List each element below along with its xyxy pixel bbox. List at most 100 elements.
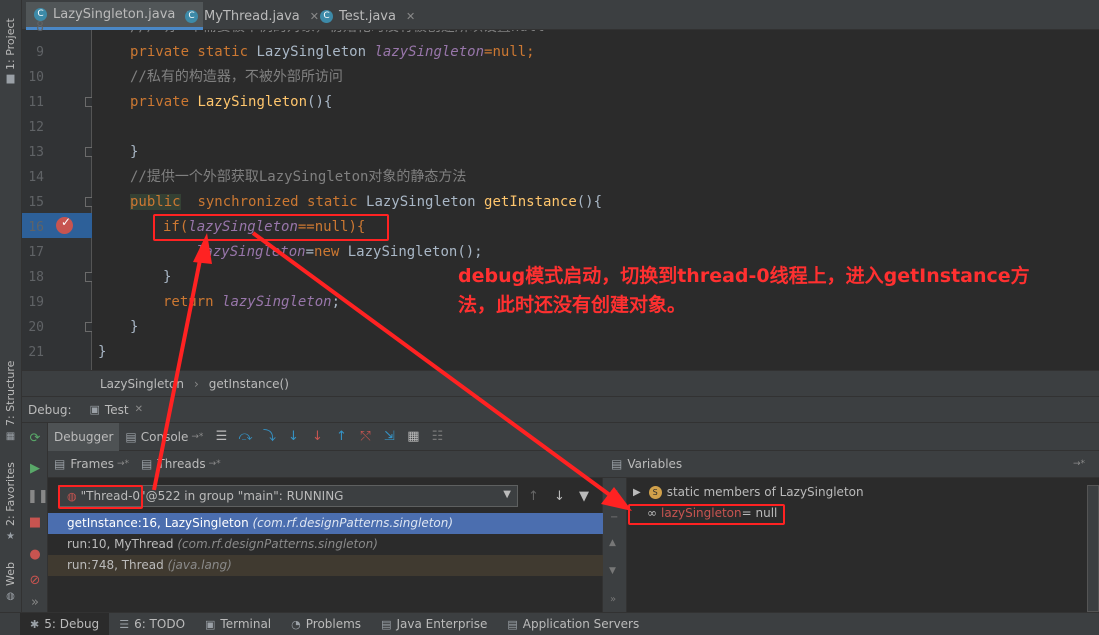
- tab-debugger[interactable]: Debugger: [48, 422, 120, 451]
- code-token: =null;: [484, 44, 535, 60]
- code-line-15: public synchronized static LazySingleton…: [130, 190, 602, 215]
- breadcrumb: LazySingleton › getInstance(): [22, 370, 1099, 397]
- checkmark-icon: ✓: [61, 215, 72, 229]
- frame-row[interactable]: run:10, MyThread (com.rf.designPatterns.…: [48, 534, 603, 555]
- java-enterprise-tool-button[interactable]: ▤ Java Enterprise: [371, 613, 497, 635]
- show-execution-point-icon[interactable]: ⤼: [237, 429, 253, 445]
- problems-icon: ◔: [291, 617, 301, 631]
- debug-config-label: Test: [104, 402, 129, 417]
- line-number: 16: [28, 220, 44, 235]
- code-token: getInstance: [484, 194, 577, 210]
- frames-header: ▤ Frames →* ▤ Threads →*: [48, 451, 603, 478]
- tool-window-bar: ✱ 5: Debug ☰ 6: TODO ▣ Terminal ◔ Problems ▤…: [0, 612, 1099, 635]
- pause-icon[interactable]: ❚❚: [27, 489, 49, 505]
- view-breakpoints-icon[interactable]: ●: [27, 547, 43, 563]
- favorites-tool-tab[interactable]: ★ 2: Favorites: [0, 460, 22, 542]
- variables-side-toolbar: + − ▲ ▼ »: [603, 478, 627, 612]
- code-token: private static: [130, 44, 249, 60]
- code-token: synchronized static: [197, 194, 358, 210]
- drop-frame-icon[interactable]: ⤲: [357, 429, 373, 445]
- code-token: lazySingleton: [196, 244, 306, 260]
- code-token: private: [130, 94, 190, 110]
- statusbar-label: Terminal: [220, 617, 272, 631]
- more-icon[interactable]: »: [27, 595, 43, 611]
- line-number: 8: [36, 20, 44, 35]
- step-out-icon[interactable]: ↑: [333, 429, 349, 445]
- code-token: (){: [576, 194, 603, 210]
- code-line-10: //私有的构造器，不被外部所访问: [130, 69, 343, 85]
- move-up-icon[interactable]: ▲: [609, 538, 616, 548]
- todo-tool-button[interactable]: ☰ 6: TODO: [109, 613, 195, 635]
- plus-icon[interactable]: +: [610, 486, 618, 497]
- structure-tool-tab[interactable]: ▦ 7: Structure: [0, 360, 22, 442]
- evaluate-expression-icon[interactable]: ▦: [405, 429, 421, 445]
- terminal-tool-button[interactable]: ▣ Terminal: [195, 613, 281, 635]
- static-icon: S: [648, 486, 662, 499]
- run-to-cursor-icon[interactable]: ⇲: [381, 429, 397, 445]
- statusbar-label: 6: TODO: [134, 617, 186, 631]
- problems-tool-button[interactable]: ◔ Problems: [281, 613, 371, 635]
- project-tool-tab[interactable]: ▆ 1: Project: [0, 8, 22, 83]
- structure-tool-label: 7: Structure: [4, 360, 17, 426]
- threads-tab-pin: →*: [208, 459, 221, 469]
- resume-icon[interactable]: ▶: [27, 461, 43, 477]
- trace-icon[interactable]: ☷: [429, 429, 445, 445]
- frame-package: (com.rf.designPatterns.singleton): [177, 537, 378, 551]
- step-into-icon[interactable]: ↓: [285, 429, 301, 445]
- code-line-9: private static LazySingleton lazySinglet…: [130, 40, 535, 65]
- stop-icon[interactable]: ■: [27, 515, 43, 531]
- breadcrumb-class[interactable]: LazySingleton: [100, 377, 184, 391]
- variables-panel: ▤ Variables →* + − ▲ ▼ » ▶ S static memb…: [603, 451, 1099, 612]
- console-tab-label: Console: [140, 429, 189, 444]
- frame-row[interactable]: run:748, Thread (java.lang): [48, 555, 603, 576]
- chevron-right-icon: ›: [193, 376, 199, 391]
- debug-config-tab[interactable]: ▣ Test ✕: [90, 403, 143, 417]
- expand-arrow-icon[interactable]: ▶: [633, 482, 641, 503]
- move-down-icon[interactable]: ▼: [609, 566, 616, 576]
- variables-scrollbar[interactable]: [1087, 485, 1099, 612]
- tab-threads[interactable]: ▤ Threads →*: [135, 451, 227, 477]
- close-icon[interactable]: ✕: [406, 10, 415, 23]
- force-step-into-icon[interactable]: ↓: [309, 429, 325, 445]
- annotation-box-if-line: [153, 214, 389, 241]
- filter-icon[interactable]: ▼: [579, 489, 589, 504]
- frames-tab-pin: →*: [116, 459, 130, 469]
- arrow-up-icon[interactable]: ↑: [528, 489, 539, 504]
- debug-actions: ⟳ ▶ ❚❚ ■ ● ⊘ »: [22, 423, 49, 612]
- frames-panel: ▤ Frames →* ▤ Threads →* ◍ "Thread-0" @5…: [48, 451, 603, 612]
- line-number: 21: [28, 345, 44, 360]
- menu-icon[interactable]: ☰: [213, 429, 229, 445]
- rerun-icon[interactable]: ⟳: [27, 431, 43, 447]
- tab-mythread[interactable]: C MyThread.java ✕: [177, 2, 327, 30]
- web-tool-tab[interactable]: ◍ Web: [0, 558, 22, 606]
- tab-frames[interactable]: ▤ Frames →*: [48, 451, 135, 477]
- tab-label: LazySingleton.java: [53, 7, 176, 22]
- frame-method: run:748, Thread: [67, 558, 164, 572]
- debug-tool-button[interactable]: ✱ 5: Debug: [20, 612, 110, 635]
- line-number: 9: [36, 45, 44, 60]
- mute-breakpoints-icon[interactable]: ⊘: [27, 573, 43, 589]
- step-over-icon[interactable]: ⤵: [261, 429, 277, 445]
- debug-toolbar: Debugger ▤ Console →* ☰ ⤼ ⤵ ↓ ↓ ↑ ⤲ ⇲ ▦ …: [22, 422, 1099, 451]
- application-servers-tool-button[interactable]: ▤ Application Servers: [497, 613, 649, 635]
- threads-icon: ▤: [141, 457, 153, 471]
- line-number: 20: [28, 320, 44, 335]
- minus-icon[interactable]: −: [610, 512, 618, 523]
- code-token: public: [130, 194, 181, 210]
- variables-tab-pin[interactable]: →*: [1073, 459, 1085, 469]
- breadcrumb-method[interactable]: getInstance(): [209, 377, 289, 391]
- frame-row[interactable]: getInstance:16, LazySingleton (com.rf.de…: [48, 513, 603, 534]
- code-token: =: [305, 244, 315, 260]
- arrow-down-icon[interactable]: ↓: [554, 489, 565, 504]
- chevron-down-icon[interactable]: ▼: [503, 489, 511, 500]
- more-icon[interactable]: »: [610, 594, 616, 605]
- tab-console[interactable]: ▤ Console →*: [119, 423, 209, 451]
- code-token: LazySingleton();: [339, 244, 483, 260]
- threads-tab-label: Threads: [157, 457, 206, 471]
- console-icon: ▤: [125, 429, 137, 444]
- code-token: lazySingleton: [374, 44, 485, 60]
- code-token: LazySingleton: [357, 194, 485, 210]
- variable-row[interactable]: ▶ S static members of LazySingleton: [633, 482, 864, 503]
- tab-test[interactable]: C Test.java ✕: [312, 2, 423, 30]
- close-icon[interactable]: ✕: [135, 404, 143, 415]
